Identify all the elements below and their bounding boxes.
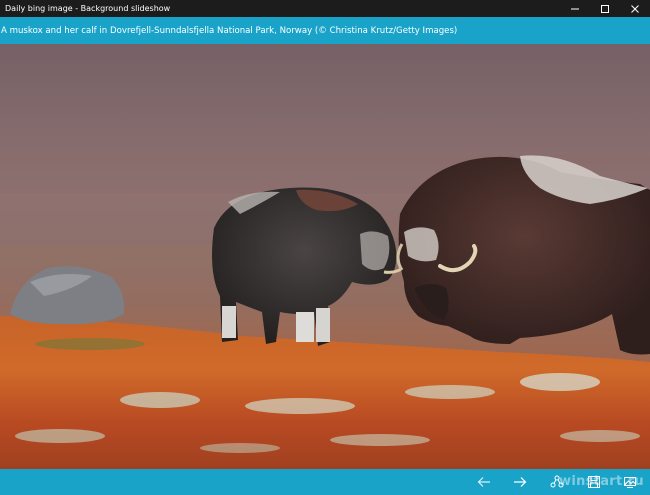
bottom-toolbar: winstart.ru: [0, 469, 650, 495]
caption-bar: A muskox and her calf in Dovrefjell-Sunn…: [0, 17, 650, 44]
minimize-button[interactable]: [560, 0, 590, 17]
close-button[interactable]: [620, 0, 650, 17]
minimize-icon: [571, 8, 579, 9]
title-bar: Daily bing image - Background slideshow: [0, 0, 650, 17]
forward-button[interactable]: [509, 472, 531, 492]
watermark: winstart.ru: [559, 474, 644, 489]
back-arrow-icon: [477, 477, 490, 487]
close-icon: [631, 4, 639, 13]
forward-arrow-icon: [514, 477, 527, 487]
image-caption: A muskox and her calf in Dovrefjell-Sunn…: [1, 25, 458, 36]
back-button[interactable]: [473, 472, 495, 492]
muskox-image: [0, 44, 650, 469]
background-photo: [0, 44, 650, 469]
maximize-icon: [601, 4, 609, 13]
maximize-button[interactable]: [590, 0, 620, 17]
window-title: Daily bing image - Background slideshow: [5, 4, 171, 13]
